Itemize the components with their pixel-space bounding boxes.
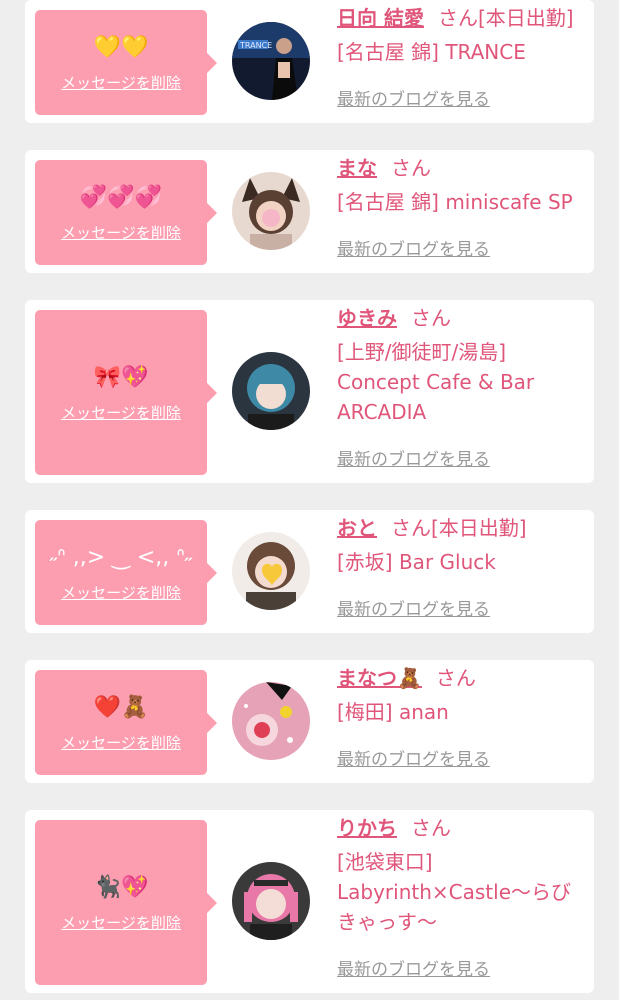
shop-name: [池袋東口] Labyrinth×Castle〜らびきゃっす〜 [337,850,572,934]
delete-message-link[interactable]: メッセージを削除 [35,403,207,423]
message-bubble: ˶ᐢ ,,> ‿ <,, ᐢ˶ メッセージを削除 [35,520,217,625]
honorific: さん [437,6,478,30]
cast-name-link[interactable]: まなつ🧸 [337,666,422,690]
message-text: ❤️🧸 [93,694,149,720]
cast-name-link[interactable]: まな [337,156,377,180]
message-text: 🐈‍⬛💖 [93,874,149,900]
message-bubble: 🎀💖 メッセージを削除 [35,310,217,475]
list-item: ❤️🧸 メッセージを削除 まなつ🧸 さん [梅田] anan 最新のブログを見る [25,660,594,783]
cast-name-link[interactable]: おと [337,516,377,540]
message-text: 🎀💖 [93,364,149,390]
message-bubble: 🐈‍⬛💖 メッセージを削除 [35,820,217,985]
avatar[interactable] [232,352,310,430]
status-badge: [本日出勤] [477,6,574,30]
list-item: 💞💞💞 メッセージを削除 まな さん [名古屋 錦] miniscafe SP 最… [25,150,594,273]
shop-name: [梅田] anan [337,700,449,724]
message-text: 💞💞💞 [79,184,163,210]
shop-name: [名古屋 錦] TRANCE [337,40,526,64]
honorific: さん [391,516,431,540]
message-text: ˶ᐢ ,,> ‿ <,, ᐢ˶ [49,544,193,570]
latest-blog-link[interactable]: 最新のブログを見る [337,88,490,112]
shop-name: [赤坂] Bar Gluck [337,550,496,574]
message-bubble: 💛💛 メッセージを削除 [35,10,217,115]
cast-info: ゆきみ さん [上野/御徒町/湯島] Concept Cafe & Bar ARC… [337,303,586,427]
honorific: さん [391,156,431,180]
cast-info: まな さん [名古屋 錦] miniscafe SP [337,153,586,217]
latest-blog-link[interactable]: 最新のブログを見る [337,958,490,982]
avatar[interactable] [232,532,310,610]
list-item: 💛💛 メッセージを削除 TRANCE 日向 結愛 さん[本日出勤] [名古屋 錦]… [25,0,594,123]
honorific: さん [411,816,451,840]
avatar[interactable]: TRANCE [232,22,310,100]
status-badge: [本日出勤] [431,516,527,540]
list-item: 🎀💖 メッセージを削除 ゆきみ さん [上野/御徒町/湯島] Concept Ca… [25,300,594,483]
list-item: ˶ᐢ ,,> ‿ <,, ᐢ˶ メッセージを削除 おと さん[本日出勤] [赤坂]… [25,510,594,633]
cast-name-link[interactable]: りかち [337,816,397,840]
cast-name-link[interactable]: ゆきみ [337,306,397,330]
delete-message-link[interactable]: メッセージを削除 [35,913,207,933]
message-bubble: 💞💞💞 メッセージを削除 [35,160,217,265]
latest-blog-link[interactable]: 最新のブログを見る [337,238,490,262]
cast-info: りかち さん [池袋東口] Labyrinth×Castle〜らびきゃっす〜 [337,813,586,937]
message-list: 💛💛 メッセージを削除 TRANCE 日向 結愛 さん[本日出勤] [名古屋 錦]… [0,0,619,1000]
message-text: 💛💛 [93,34,149,60]
honorific: さん [435,666,476,690]
cast-info: まなつ🧸 さん [梅田] anan [337,663,586,727]
cast-info: おと さん[本日出勤] [赤坂] Bar Gluck [337,513,586,577]
cast-name-link[interactable]: 日向 結愛 [337,6,424,30]
delete-message-link[interactable]: メッセージを削除 [35,223,207,243]
delete-message-link[interactable]: メッセージを削除 [35,583,207,603]
latest-blog-link[interactable]: 最新のブログを見る [337,598,490,622]
shop-name: [名古屋 錦] miniscafe SP [337,190,573,214]
latest-blog-link[interactable]: 最新のブログを見る [337,448,490,472]
message-bubble: ❤️🧸 メッセージを削除 [35,670,217,775]
list-item: 🐈‍⬛💖 メッセージを削除 りかち さん [池袋東口] Labyrinth×Cas… [25,810,594,993]
latest-blog-link[interactable]: 最新のブログを見る [337,748,490,772]
svg-text:TRANCE: TRANCE [239,41,272,50]
avatar[interactable] [232,172,310,250]
delete-message-link[interactable]: メッセージを削除 [35,73,207,93]
delete-message-link[interactable]: メッセージを削除 [35,733,207,753]
shop-name: [上野/御徒町/湯島] Concept Cafe & Bar ARCADIA [337,340,535,424]
honorific: さん [411,306,451,330]
cast-info: 日向 結愛 さん[本日出勤] [名古屋 錦] TRANCE [337,3,586,67]
avatar[interactable] [232,682,310,760]
avatar[interactable] [232,862,310,940]
